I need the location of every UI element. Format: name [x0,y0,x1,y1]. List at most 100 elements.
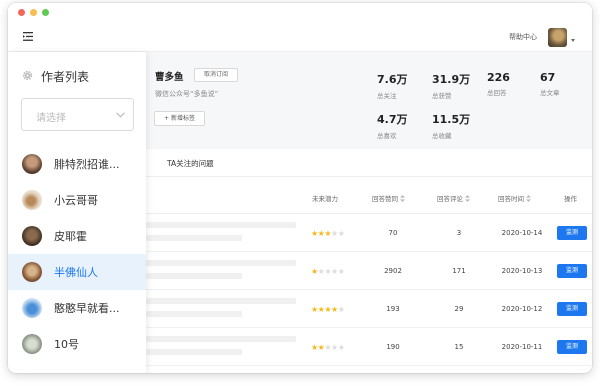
author-avatar [22,298,42,318]
time-cell: 2020-10-14 [501,229,543,237]
author-avatar [22,226,42,246]
author-subtitle: 微信公众号“多鱼说” [155,90,219,98]
monitor-button[interactable]: 监测 [557,226,587,240]
author-name: 曹多鱼 [155,72,184,83]
main-content: 曹多鱼 取消订阅 微信公众号“多鱼说” + 新增标签 7.6万 总关注 31.9… [146,52,592,373]
author-name: 腓特烈招谁... [54,158,120,171]
unsubscribe-button[interactable]: 取消订阅 [194,68,238,82]
help-center-link[interactable]: 帮助中心 [509,32,537,42]
stat-collections: 11.5万 总收藏 [432,111,470,140]
close-window-button[interactable] [18,9,25,16]
author-list-sidebar: 作者列表 请选择 腓特烈招谁... 小云哥哥 皮耶霍 半佛仙人 憨憨早就看... [8,52,146,373]
column-header-upvotes[interactable]: 回答赞同 [372,193,405,203]
stat-value: 67 [540,71,556,84]
star-empty-icon: ★ [324,267,332,276]
user-avatar[interactable] [548,28,567,47]
time-cell: 2020-10-11 [501,343,543,351]
star-filled-icon: ★ [311,343,318,352]
question-title-placeholder [146,298,296,304]
table-row: ★★★★★ 70 3 2020-10-14 监测 [146,214,592,252]
star-empty-icon: ★ [324,343,332,352]
sidebar-item-author[interactable]: 半佛仙人 [8,254,146,290]
caret-down-icon[interactable] [571,39,575,42]
star-filled-icon: ★ [311,305,318,314]
sidebar-item-author[interactable]: 10号 [8,326,146,362]
add-tag-button[interactable]: + 新增标签 [154,111,205,126]
comments-cell: 29 [454,305,464,313]
stat-label: 总回答 [487,89,507,97]
stat-favorites: 4.7万 总喜欢 [377,111,408,140]
question-title-placeholder [146,222,296,228]
sidebar-item-author[interactable]: 憨憨早就看... [8,290,146,326]
column-header-time[interactable]: 回答时间 [498,193,531,203]
star-filled-icon: ★ [311,229,318,238]
tab-followed-questions[interactable]: TA关注的问题 [167,158,214,169]
stat-label: 总关注 [377,92,397,100]
potential-rating: ★★★★★ [311,267,345,276]
question-meta-placeholder [146,273,242,279]
sidebar-item-author[interactable]: 腓特烈招谁... [8,146,146,182]
maximize-window-button[interactable] [42,9,49,16]
stat-value: 4.7万 [377,113,408,126]
author-name: 憨憨早就看... [54,302,120,315]
stat-label: 总获赞 [432,92,452,100]
question-title-placeholder [146,336,296,342]
monitor-button[interactable]: 监测 [557,264,587,278]
stat-label: 总文章 [540,89,560,97]
stat-answers: 226 总回答 [487,71,510,97]
time-cell: 2020-10-12 [501,305,543,313]
question-meta-placeholder [146,311,242,317]
star-filled-icon: ★ [311,267,318,276]
stat-label: 总喜欢 [377,132,397,140]
author-select[interactable]: 请选择 [21,98,134,131]
star-filled-icon: ★ [324,229,332,238]
comments-cell: 171 [452,267,466,275]
author-name: 半佛仙人 [54,266,98,279]
star-empty-icon: ★ [331,267,338,276]
monitor-button[interactable]: 监测 [557,302,587,316]
sidebar-item-author[interactable]: 皮耶霍 [8,218,146,254]
star-empty-icon: ★ [337,229,345,238]
column-header-comments[interactable]: 回答评论 [437,193,470,203]
stat-value: 31.9万 [432,73,471,86]
upvotes-cell: 190 [386,343,400,351]
stat-value: 226 [487,71,510,84]
author-avatar [22,262,42,282]
minimize-window-button[interactable] [30,9,37,16]
star-empty-icon: ★ [337,267,345,276]
question-meta-placeholder [146,349,242,355]
tab-bar: TA关注的问题 [146,149,592,177]
upvotes-cell: 193 [386,305,400,313]
author-name: 小云哥哥 [54,194,98,207]
sidebar-item-author[interactable]: 小云哥哥 [8,182,146,218]
top-navigation-bar: 帮助中心 [8,23,592,52]
author-name: 皮耶霍 [54,230,87,243]
select-placeholder: 请选择 [36,113,66,124]
star-empty-icon: ★ [337,305,345,314]
star-empty-icon: ★ [331,229,338,238]
stat-value: 7.6万 [377,73,408,86]
upvotes-cell: 70 [388,229,398,237]
author-profile-card: 曹多鱼 取消订阅 微信公众号“多鱼说” + 新增标签 7.6万 总关注 31.9… [146,52,592,149]
header-label: 回答时间 [498,195,524,203]
chevron-down-icon [116,112,125,118]
table-header: 未来潜力 回答赞同 回答评论 回答时间 操作 [146,177,592,214]
stat-articles: 67 总文章 [540,71,560,97]
author-avatar [22,154,42,174]
sort-icon[interactable] [526,195,531,202]
table-row: ★★★★★ 190 15 2020-10-11 监测 [146,328,592,366]
author-avatar [22,190,42,210]
sort-icon[interactable] [400,195,405,202]
comments-cell: 3 [456,229,462,237]
monitor-button[interactable]: 监测 [557,340,587,354]
stat-label: 总收藏 [432,132,452,140]
sort-icon[interactable] [465,195,470,202]
question-title-placeholder [146,260,296,266]
stat-value: 11.5万 [432,113,471,126]
column-header-potential[interactable]: 未来潜力 [312,193,338,203]
stat-followers: 7.6万 总关注 [377,71,408,100]
menu-fold-icon[interactable] [23,32,34,41]
question-meta-placeholder [146,235,242,241]
star-empty-icon: ★ [337,343,345,352]
star-filled-icon: ★ [331,305,338,314]
